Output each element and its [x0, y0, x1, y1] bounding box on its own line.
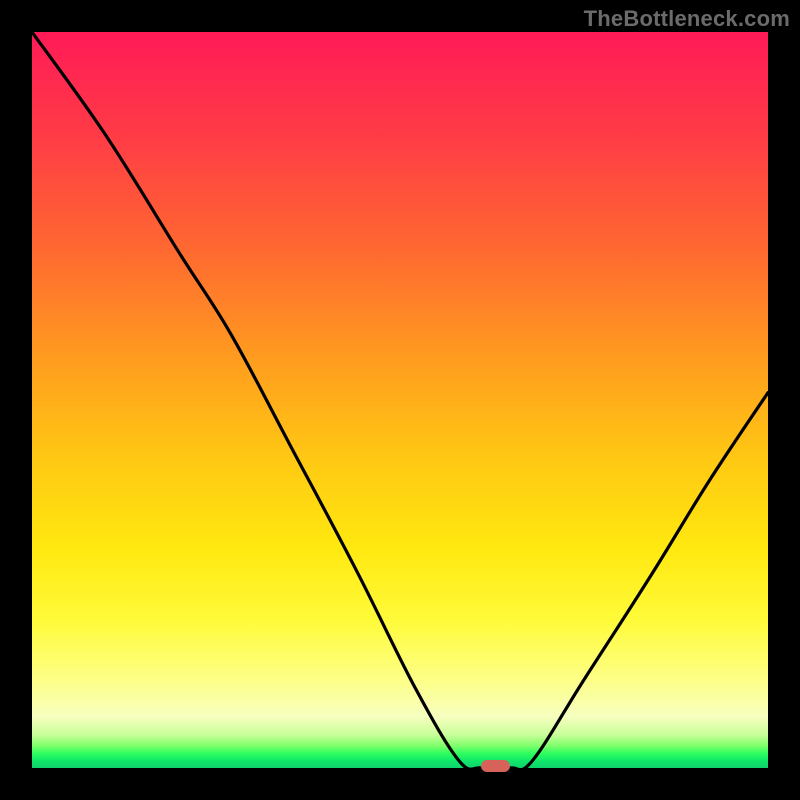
optimum-marker: [481, 760, 510, 772]
curve-svg: [32, 32, 768, 768]
plot-area: [32, 32, 768, 768]
bottleneck-curve: [32, 32, 768, 768]
watermark-text: TheBottleneck.com: [584, 6, 790, 32]
chart-frame: TheBottleneck.com: [0, 0, 800, 800]
